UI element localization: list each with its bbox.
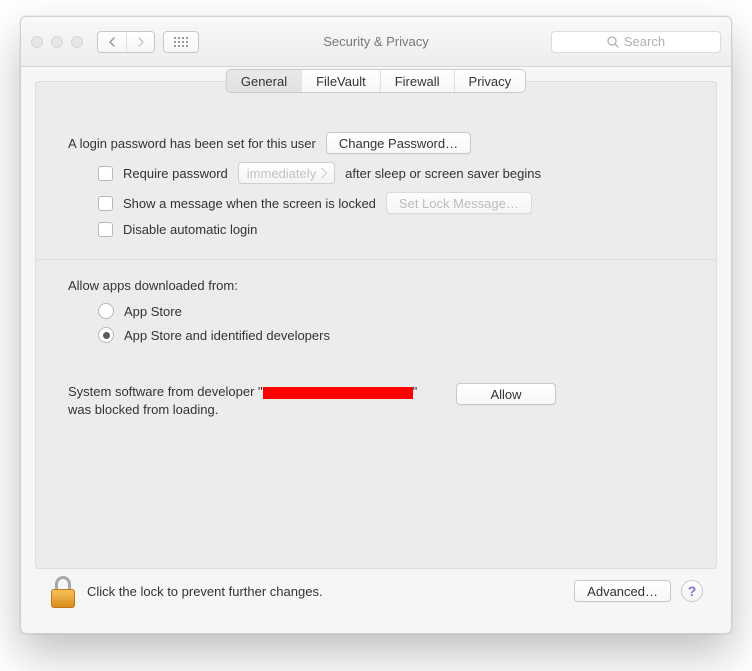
content-area: General FileVault Firewall Privacy A log… [21,67,731,633]
allow-apps-heading: Allow apps downloaded from: [68,278,684,293]
settings-panel: General FileVault Firewall Privacy A log… [35,81,717,569]
allow-identified-label: App Store and identified developers [124,328,330,343]
require-password-delay-select[interactable]: immediately [238,162,335,184]
login-password-text: A login password has been set for this u… [68,136,316,151]
tab-firewall[interactable]: Firewall [380,70,454,92]
allow-identified-radio[interactable] [98,327,114,343]
set-lock-message-button[interactable]: Set Lock Message… [386,192,532,214]
lock-hint-text: Click the lock to prevent further change… [87,584,323,599]
grid-icon [174,37,188,47]
allow-appstore-row: App Store [68,303,684,319]
require-password-checkbox[interactable] [98,166,113,181]
blocked-software-row: System software from developer "" was bl… [68,383,684,419]
zoom-window-button[interactable] [71,36,83,48]
search-placeholder: Search [624,34,665,49]
require-password-label-pre: Require password [123,166,228,181]
forward-button[interactable] [126,32,154,52]
search-icon [607,36,619,48]
allow-button[interactable]: Allow [456,383,556,405]
disable-auto-login-row: Disable automatic login [68,222,684,237]
lock-icon[interactable] [49,574,77,608]
show-message-row: Show a message when the screen is locked… [68,192,684,214]
search-field[interactable]: Search [551,31,721,53]
titlebar: Security & Privacy Search [21,17,731,67]
tab-general[interactable]: General [227,70,301,92]
change-password-button[interactable]: Change Password… [326,132,471,154]
require-password-row: Require password immediately after sleep… [68,162,684,184]
show-all-button[interactable] [163,31,199,53]
disable-auto-login-label: Disable automatic login [123,222,257,237]
allow-appstore-label: App Store [124,304,182,319]
tab-bar: General FileVault Firewall Privacy [227,70,525,92]
nav-segmented [97,31,155,53]
show-message-label: Show a message when the screen is locked [123,196,376,211]
close-window-button[interactable] [31,36,43,48]
allow-identified-row: App Store and identified developers [68,327,684,343]
footer: Click the lock to prevent further change… [35,569,717,619]
show-message-checkbox[interactable] [98,196,113,211]
back-button[interactable] [98,32,126,52]
footer-right: Advanced… ? [574,580,703,602]
allow-appstore-radio[interactable] [98,303,114,319]
blocked-text-pre: System software from developer " [68,384,263,399]
advanced-button[interactable]: Advanced… [574,580,671,602]
help-button[interactable]: ? [681,580,703,602]
disable-auto-login-checkbox[interactable] [98,222,113,237]
minimize-window-button[interactable] [51,36,63,48]
tab-filevault[interactable]: FileVault [301,70,380,92]
tab-privacy[interactable]: Privacy [454,70,526,92]
require-password-label-post: after sleep or screen saver begins [345,166,541,181]
security-privacy-window: Security & Privacy Search General FileVa… [20,16,732,634]
section-divider [36,259,716,260]
login-password-row: A login password has been set for this u… [68,132,684,154]
developer-name-redacted [263,387,413,399]
window-controls [31,36,83,48]
blocked-software-text: System software from developer "" was bl… [68,383,438,419]
